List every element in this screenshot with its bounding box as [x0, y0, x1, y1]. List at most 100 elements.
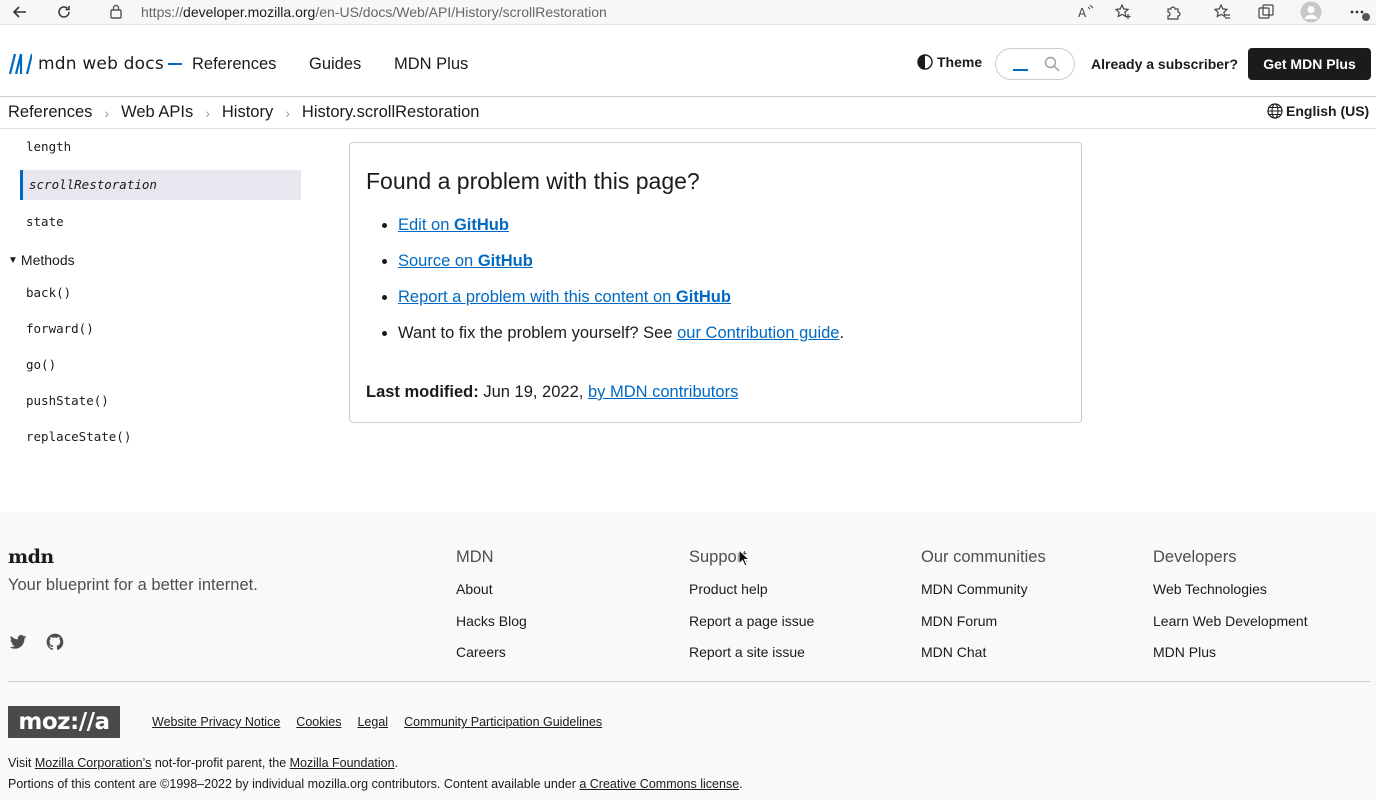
- footer-link-learn-web-dev[interactable]: Learn Web Development: [1153, 613, 1308, 645]
- profile-avatar-icon[interactable]: [1300, 1, 1322, 23]
- footer-link-hacks-blog[interactable]: Hacks Blog: [456, 613, 527, 645]
- last-modified-label: Last modified:: [366, 383, 479, 401]
- favorite-add-icon[interactable]: [1112, 1, 1134, 23]
- footer-visit-note: Visit Mozilla Corporation’s not-for-prof…: [8, 756, 398, 770]
- favorites-icon[interactable]: [1211, 1, 1233, 23]
- extensions-icon[interactable]: [1162, 1, 1184, 23]
- link-text: Report a problem with this content on: [398, 288, 676, 306]
- back-arrow-icon[interactable]: [9, 1, 31, 23]
- contribution-guide-link[interactable]: our Contribution guide: [677, 324, 839, 342]
- url-path: /en-US/docs/Web/API/History/scrollRestor…: [315, 4, 607, 20]
- footer-link-mdn-plus[interactable]: MDN Plus: [1153, 644, 1308, 676]
- breadcrumb-references[interactable]: References: [8, 103, 92, 122]
- list-item: Want to fix the problem yourself? See ou…: [398, 323, 844, 359]
- reload-icon[interactable]: [53, 1, 75, 23]
- sidebar-item-push-state[interactable]: pushState(): [26, 393, 109, 408]
- url-host: developer.mozilla.org: [183, 4, 316, 20]
- footer-copyright-note: Portions of this content are ©1998–2022 …: [8, 777, 743, 791]
- already-subscriber-link[interactable]: Already a subscriber?: [1091, 56, 1238, 72]
- footer-link-mdn-community[interactable]: MDN Community: [921, 581, 1046, 613]
- fix-end: .: [839, 324, 845, 342]
- breadcrumb-history[interactable]: History: [222, 103, 273, 122]
- list-item: Report a problem with this content on Gi…: [398, 287, 844, 323]
- legal-link-cookies[interactable]: Cookies: [296, 715, 341, 729]
- link-text: Edit on: [398, 216, 454, 234]
- note-text: Visit: [8, 756, 35, 770]
- theme-label: Theme: [937, 54, 983, 70]
- mozilla-logo[interactable]: moz://a: [8, 706, 120, 738]
- nav-mdn-plus[interactable]: MDN Plus: [394, 55, 468, 74]
- legal-link-privacy[interactable]: Website Privacy Notice: [152, 715, 280, 729]
- footer-link-careers[interactable]: Careers: [456, 644, 527, 676]
- mozilla-corporation-link[interactable]: Mozilla Corporation’s: [35, 756, 152, 770]
- nav-guides[interactable]: Guides: [309, 55, 361, 74]
- sidebar-item-forward[interactable]: forward(): [26, 321, 94, 336]
- more-menu-icon[interactable]: [1349, 1, 1371, 23]
- github-icon[interactable]: [45, 632, 65, 652]
- last-modified: Last modified: Jun 19, 2022, by MDN cont…: [366, 383, 738, 402]
- breadcrumb-web-apis[interactable]: Web APIs: [121, 103, 193, 122]
- chevron-right-icon: ›: [285, 104, 290, 121]
- breadcrumb: References › Web APIs › History › Histor…: [8, 103, 479, 122]
- list-item: Edit on GitHub: [398, 215, 844, 251]
- search-caret: [1013, 69, 1028, 71]
- footer-link-mdn-forum[interactable]: MDN Forum: [921, 613, 1046, 645]
- footer-mdn-logo[interactable]: mdn: [8, 546, 54, 568]
- edit-on-github-link[interactable]: Edit on GitHub: [398, 216, 509, 234]
- footer-link-report-site-issue[interactable]: Report a site issue: [689, 644, 814, 676]
- twitter-icon[interactable]: [8, 632, 28, 652]
- sidebar-group-methods[interactable]: ▼ Methods: [8, 252, 75, 268]
- breadcrumb-current[interactable]: History.scrollRestoration: [302, 103, 480, 122]
- sidebar-item-replace-state[interactable]: replaceState(): [26, 429, 131, 444]
- mozilla-foundation-link[interactable]: Mozilla Foundation: [290, 756, 395, 770]
- fix-text: Want to fix the problem yourself? See: [398, 324, 678, 342]
- footer-link-report-page-issue[interactable]: Report a page issue: [689, 613, 814, 645]
- read-aloud-icon[interactable]: A: [1075, 1, 1097, 23]
- sidebar-item-scroll-restoration[interactable]: scrollRestoration: [20, 170, 301, 200]
- source-on-github-link[interactable]: Source on GitHub: [398, 252, 533, 270]
- note-text: not-for-profit parent, the: [151, 756, 290, 770]
- footer-link-mdn-chat[interactable]: MDN Chat: [921, 644, 1046, 676]
- nav-references[interactable]: References: [192, 55, 276, 74]
- report-problem-link[interactable]: Report a problem with this content on Gi…: [398, 288, 731, 306]
- logo-cursor: [167, 63, 182, 65]
- problem-box: Found a problem with this page? Edit on …: [349, 142, 1082, 423]
- footer-divider: [8, 681, 1370, 682]
- triangle-down-icon: ▼: [8, 254, 18, 266]
- footer-col-support: Support Product help Report a page issue…: [689, 548, 814, 676]
- sidebar-item-back[interactable]: back(): [26, 285, 71, 300]
- note-text: Portions of this content are ©1998–2022 …: [8, 777, 580, 791]
- url-scheme: https://: [141, 4, 184, 20]
- sidebar-item-go[interactable]: go(): [26, 357, 56, 372]
- language-switcher[interactable]: English (US): [1267, 103, 1369, 119]
- address-bar[interactable]: https://developer.mozilla.org/en-US/docs…: [141, 4, 607, 20]
- footer-link-web-technologies[interactable]: Web Technologies: [1153, 581, 1308, 613]
- note-text: .: [394, 756, 399, 770]
- legal-link-guidelines[interactable]: Community Participation Guidelines: [404, 715, 602, 729]
- mdn-logo[interactable]: mdn web docs: [8, 52, 182, 76]
- link-strong: GitHub: [477, 252, 533, 270]
- lock-icon[interactable]: [109, 3, 125, 21]
- legal-link-legal[interactable]: Legal: [357, 715, 388, 729]
- mdn-logo-mark-icon: [8, 53, 32, 75]
- problem-links: Edit on GitHub Source on GitHub Report a…: [382, 215, 844, 359]
- creative-commons-link[interactable]: a Creative Commons license: [579, 777, 739, 791]
- problem-title: Found a problem with this page?: [366, 168, 700, 194]
- get-mdn-plus-button[interactable]: Get MDN Plus: [1248, 48, 1371, 80]
- sidebar-item-length[interactable]: length: [26, 139, 71, 154]
- note-text: .: [739, 777, 743, 791]
- language-label: English (US): [1286, 103, 1370, 119]
- footer-link-about[interactable]: About: [456, 581, 527, 613]
- theme-icon: [917, 54, 933, 70]
- collections-icon[interactable]: [1255, 1, 1277, 23]
- theme-switcher[interactable]: Theme: [917, 54, 982, 70]
- footer-col-mdn: MDN About Hacks Blog Careers: [456, 548, 527, 676]
- footer-col-title: Developers: [1153, 548, 1237, 566]
- sidebar-item-state[interactable]: state: [26, 214, 64, 229]
- footer-link-product-help[interactable]: Product help: [689, 581, 814, 613]
- search-icon[interactable]: [1044, 56, 1060, 72]
- sidebar-item-label: scrollRestoration: [29, 177, 157, 192]
- mdn-contributors-link[interactable]: by MDN contributors: [588, 383, 738, 401]
- search-input[interactable]: [995, 48, 1075, 80]
- legal-links: Website Privacy Notice Cookies Legal Com…: [152, 715, 618, 729]
